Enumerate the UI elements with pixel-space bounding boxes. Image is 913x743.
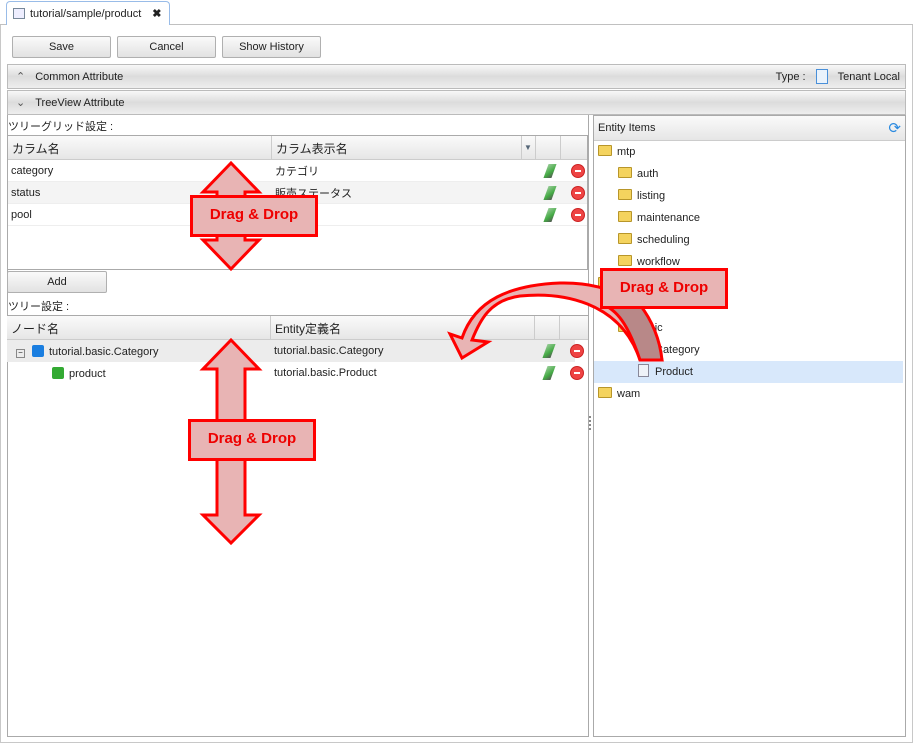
drag-drop-label: Drag & Drop: [600, 268, 728, 309]
annotation-overlay: [199, 160, 664, 546]
drag-drop-label: Drag & Drop: [190, 195, 318, 237]
drag-drop-label: Drag & Drop: [188, 419, 316, 461]
